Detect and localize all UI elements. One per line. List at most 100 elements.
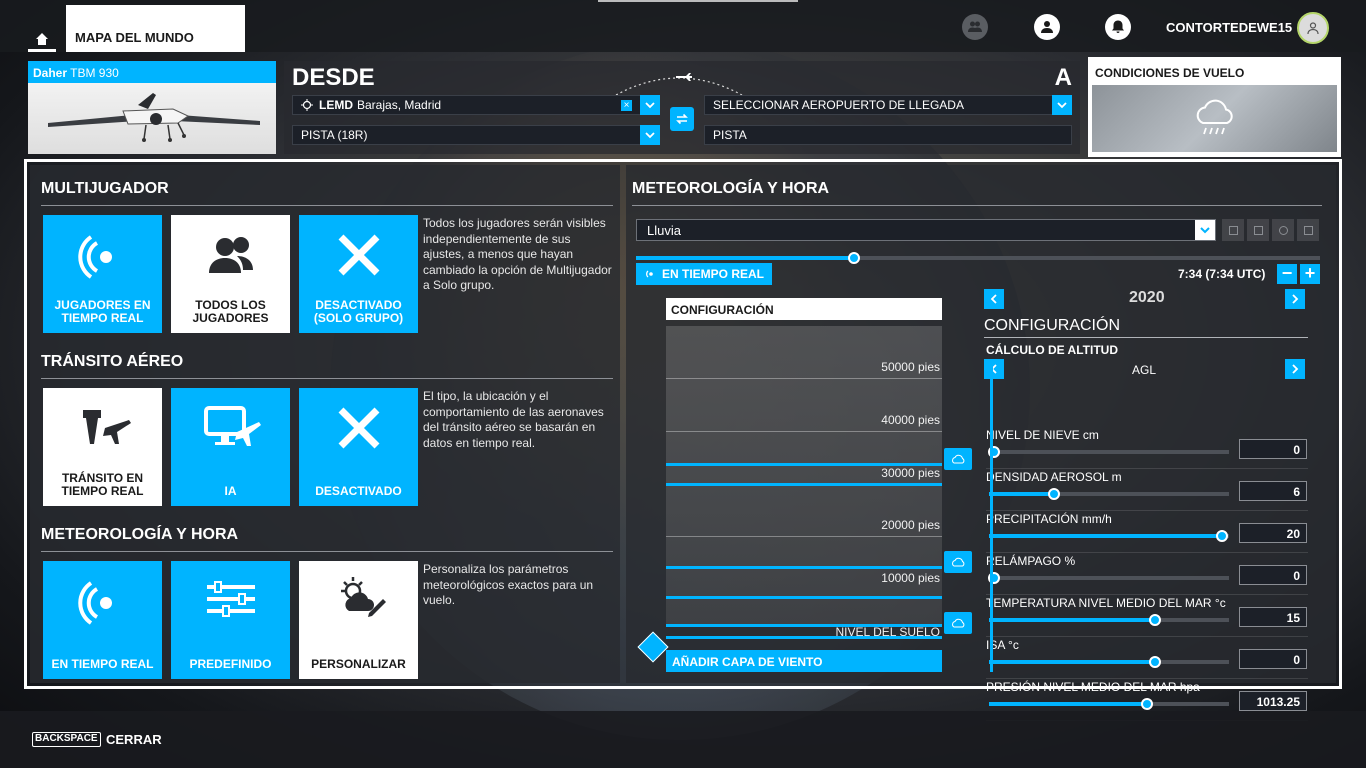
friends-button[interactable] [962,14,988,40]
realtime-weather-button[interactable]: EN TIEMPO REAL [636,263,772,285]
param-slider[interactable] [989,698,1229,710]
param-slider[interactable] [989,614,1229,626]
param-slider-thumb[interactable] [1148,656,1161,668]
altitude-label: 10000 pies [881,571,940,585]
traffic-ai-tile[interactable]: IA [171,388,290,506]
weather-custom-tile[interactable]: PERSONALIZAR [299,561,418,679]
flight-conditions-panel[interactable]: CONDICIONES DE VUELO [1088,57,1341,157]
param-slider[interactable] [989,488,1229,500]
chevron-right-icon [1292,364,1299,374]
param-slider[interactable] [987,572,1229,584]
layers-config-header: CONFIGURACIÓN [666,298,942,320]
close-button[interactable]: CERRAR [106,732,162,747]
year-next-button[interactable] [1285,289,1305,309]
multiplayer-title: MULTIJUGADOR [41,180,169,197]
preset-settings-button[interactable] [1272,219,1294,241]
param-slider[interactable] [989,656,1229,668]
arrival-dropdown-button[interactable] [1052,95,1072,115]
location-target-icon [301,99,313,111]
add-wind-layer-button[interactable]: AÑADIR CAPA DE VIENTO [666,650,942,672]
param-label: DENSIDAD AEROSOL m [986,470,1122,484]
chevron-right-icon [1292,294,1299,304]
weather-param-row: RELÁMPAGO % 0 [986,554,1308,596]
altitude-calc-next[interactable] [1285,359,1305,379]
cloud-layers-panel: CONFIGURACIÓN 50000 pies 40000 pies 3000… [666,298,972,678]
multiplayer-all-tile[interactable]: TODOS LOS JUGADORES [171,215,290,333]
traffic-off-tile[interactable]: DESACTIVADO [299,388,418,506]
top-bar: MAPA DEL MUNDO CONTORTEDEWE15 [0,0,1366,52]
chevron-down-icon [1200,227,1210,234]
time-minus-button[interactable]: − [1277,264,1297,284]
cloud-layer-band[interactable] [666,483,942,486]
aircraft-image [28,83,276,154]
swap-airports-button[interactable] [670,107,694,131]
departure-dropdown-button[interactable] [640,95,660,115]
clear-departure-button[interactable]: × [621,100,632,111]
departure-runway-field[interactable]: PISTA (18R) [292,125,660,145]
altitude-label: 50000 pies [881,360,940,374]
tower-plane-icon [82,410,131,444]
arrival-field[interactable]: SELECCIONAR AEROPUERTO DE LLEGADA [704,95,1072,115]
param-slider-fill [989,492,1054,496]
param-value-input[interactable]: 0 [1239,649,1307,669]
weather-live-tile[interactable]: EN TIEMPO REAL [43,561,162,679]
param-value-input[interactable]: 20 [1239,523,1307,543]
time-slider-thumb[interactable] [847,252,860,264]
avatar-icon [1307,22,1319,35]
param-slider-fill [989,534,1222,538]
altitude-chart[interactable]: 50000 pies 40000 pies 30000 pies 20000 p… [666,326,942,627]
departure-field[interactable]: LEMD Barajas, Madrid × [292,95,660,115]
aircraft-name: Daher TBM 930 [28,61,276,83]
param-value-input[interactable]: 1013.25 [1239,691,1307,711]
param-value-input[interactable]: 0 [1239,565,1307,585]
param-slider[interactable] [989,530,1229,542]
home-button[interactable] [28,28,56,52]
aircraft-card[interactable]: Daher TBM 930 [28,61,276,154]
avatar[interactable] [1297,12,1329,44]
cloud-layer-button[interactable] [944,448,972,470]
param-slider-thumb[interactable] [1215,530,1228,542]
altitude-label: 30000 pies [881,466,940,480]
weather-preset-select[interactable]: Lluvia [636,219,1216,241]
param-slider-thumb[interactable] [1141,698,1154,710]
world-map-tab[interactable]: MAPA DEL MUNDO [66,5,245,52]
save-preset-button[interactable] [1222,219,1244,241]
cloud-layer-band[interactable] [666,566,942,569]
settings-scrollbar[interactable] [990,362,993,672]
flight-conditions-title: CONDICIONES DE VUELO [1095,66,1245,80]
main-panel: MULTIJUGADOR JUGADORES EN TIEMPO REAL TO… [24,159,1342,721]
param-value-input[interactable]: 0 [1239,439,1307,459]
param-slider[interactable] [987,446,1229,458]
delete-preset-button[interactable] [1297,219,1319,241]
to-label: A [1054,64,1072,91]
copy-preset-button[interactable] [1247,219,1269,241]
notifications-button[interactable] [1105,14,1131,40]
cloud-layer-button[interactable] [944,612,972,634]
traffic-live-tile[interactable]: TRÁNSITO EN TIEMPO REAL [43,388,162,506]
multiplayer-live-tile[interactable]: JUGADORES EN TIEMPO REAL [43,215,162,333]
profile-button[interactable] [1034,14,1060,40]
param-slider-thumb[interactable] [1047,488,1060,500]
wind-layer-icon[interactable] [637,631,669,663]
home-icon [36,32,48,45]
cloud-layer-button[interactable] [944,551,972,573]
time-of-day-slider[interactable] [636,252,1320,264]
cloud-layer-band[interactable] [666,596,942,599]
param-slider-fill [989,618,1155,622]
param-slider-thumb[interactable] [1148,614,1161,626]
param-value-input[interactable]: 6 [1239,481,1307,501]
weather-preset-tile[interactable]: PREDEFINIDO [171,561,290,679]
profile-icon [1041,21,1053,33]
param-value-input[interactable]: 15 [1239,607,1307,627]
arrival-runway-field[interactable]: PISTA [704,125,1072,145]
departure-runway-dropdown[interactable] [640,125,660,145]
year-prev-button[interactable] [984,289,1004,309]
cloud-icon [952,618,965,628]
bottom-bar: BACKSPACE CERRAR [0,711,1366,768]
weather-preset-dropdown[interactable] [1195,220,1215,240]
multiplayer-off-tile[interactable]: DESACTIVADO (SOLO GRUPO) [299,215,418,333]
altitude-calc-prev[interactable] [984,359,1004,379]
time-plus-button[interactable]: + [1300,264,1320,284]
altitude-calc-selector[interactable]: AGL [984,359,1310,379]
username[interactable]: CONTORTEDEWE15 [1166,20,1292,35]
